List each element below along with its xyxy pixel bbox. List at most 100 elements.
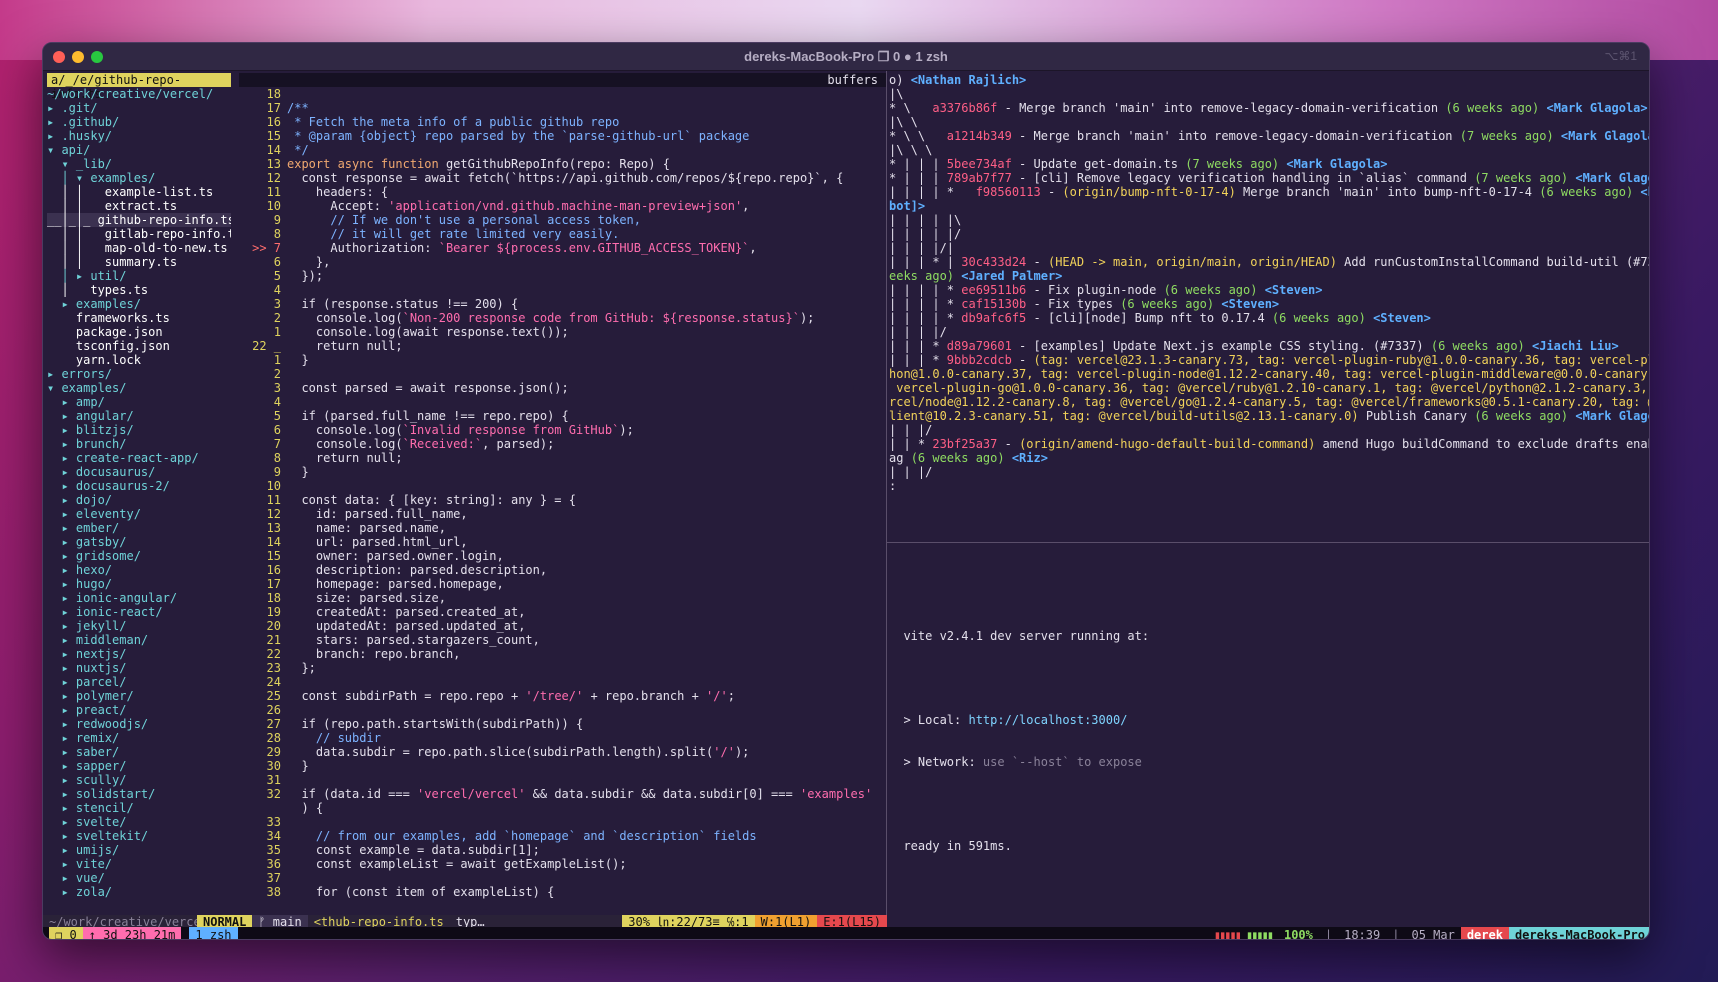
tree-item[interactable]: ▸ ionic-react/ [47, 605, 231, 619]
code-line: } [287, 465, 309, 479]
line-number: 14 [266, 143, 281, 157]
tree-item[interactable]: ▸ dojo/ [47, 493, 231, 507]
line-number: 5 [273, 409, 281, 423]
tree-item[interactable]: ▸ eleventy/ [47, 507, 231, 521]
file-tree[interactable]: ~/work/creative/vercel/▸ .git/▸ .github/… [47, 87, 231, 913]
tree-item[interactable]: │ │ gitlab-repo-info.ts [47, 227, 231, 241]
line-number: 13 [266, 521, 281, 535]
tree-item[interactable]: ▸ sveltekit/ [47, 829, 231, 843]
code-line: const example = data.subdir[1]; [287, 843, 540, 857]
tree-item[interactable]: │ ▾ examples/ [47, 171, 231, 185]
tree-item[interactable]: tsconfig.json [47, 339, 231, 353]
tree-item[interactable]: ▸ sapper/ [47, 759, 231, 773]
tree-item[interactable]: ▸ amp/ [47, 395, 231, 409]
tree-item[interactable]: ▸ vue/ [47, 871, 231, 885]
tree-item[interactable]: ▸ docusaurus-2/ [47, 479, 231, 493]
tree-item[interactable]: ▸ blitzjs/ [47, 423, 231, 437]
tree-item[interactable]: ▸ nextjs/ [47, 647, 231, 661]
line-number: 3 [273, 297, 281, 311]
code-line: Accept: 'application/vnd.github.machine-… [287, 199, 750, 213]
tree-item[interactable]: ▸ redwoodjs/ [47, 717, 231, 731]
tree-item[interactable]: ▸ brunch/ [47, 437, 231, 451]
tree-item[interactable]: ▸ ionic-angular/ [47, 591, 231, 605]
code-line: console.log(`Non-200 response code from … [287, 311, 815, 325]
tree-item[interactable]: ▸ saber/ [47, 745, 231, 759]
code-line: const response = await fetch(`https://ap… [287, 171, 844, 185]
tree-item[interactable]: ▸ hugo/ [47, 577, 231, 591]
tree-item[interactable]: ▸ ember/ [47, 521, 231, 535]
tmux-window-tab[interactable]: 1 zsh [189, 927, 238, 939]
tmux-user: derek [1460, 927, 1509, 939]
tree-item[interactable]: ▸ angular/ [47, 409, 231, 423]
tree-item[interactable]: │ ▸ util/ [47, 269, 231, 283]
vim-tabline [239, 73, 758, 87]
tree-item[interactable]: ▸ zola/ [47, 885, 231, 899]
line-number: 12 [266, 507, 281, 521]
tree-item[interactable]: ▸ preact/ [47, 703, 231, 717]
tree-item[interactable]: ▸ hexo/ [47, 563, 231, 577]
line-number: 31 [266, 773, 281, 787]
code-line: // from our examples, add `homepage` and… [287, 829, 757, 843]
git-log-line: |\ \ \ [889, 143, 933, 157]
vim-tab-current-file[interactable]: a/_/e/github-repo-info.ts [47, 73, 231, 101]
tree-item[interactable]: ▸ solidstart/ [47, 787, 231, 801]
tree-item[interactable]: ▸ create-react-app/ [47, 451, 231, 465]
window-title: dereks-MacBook-Pro ❐ 0 ● 1 zsh [744, 49, 948, 64]
tree-item[interactable]: frameworks.ts [47, 311, 231, 325]
tree-item[interactable]: ▸ errors/ [47, 367, 231, 381]
tree-item[interactable]: ▾ api/ [47, 143, 231, 157]
tree-item[interactable]: ▸ .git/ [47, 101, 231, 115]
tree-item[interactable]: ▾ _lib/ [47, 157, 231, 171]
tmux-session: ❐ 0 [49, 927, 83, 939]
tree-item[interactable]: │ │ map-old-to-new.ts [47, 241, 231, 255]
tree-item[interactable]: ▸ .github/ [47, 115, 231, 129]
tree-item[interactable]: ▸ stencil/ [47, 801, 231, 815]
tree-item[interactable]: yarn.lock [47, 353, 231, 367]
tree-item[interactable]: ~/work/creative/vercel/ [47, 87, 231, 101]
vite-version-line: vite v2.4.1 dev server running at: [889, 629, 1150, 643]
vite-server-pane[interactable]: vite v2.4.1 dev server running at: > Loc… [889, 559, 1649, 889]
tree-item[interactable]: ▸ middleman/ [47, 633, 231, 647]
tree-item[interactable]: ▸ vite/ [47, 857, 231, 871]
tree-item[interactable]: ▸ .husky/ [47, 129, 231, 143]
line-number: 9 [273, 465, 281, 479]
git-log-line: | | | | * caf15130b - Fix types (6 weeks… [889, 297, 1280, 311]
tree-item[interactable]: ▸ gridsome/ [47, 549, 231, 563]
tree-item[interactable]: ▸ polymer/ [47, 689, 231, 703]
tree-item[interactable]: ▸ parcel/ [47, 675, 231, 689]
vite-local-url[interactable]: http://localhost:3000/ [968, 713, 1127, 727]
tree-item[interactable]: │ │ extract.ts [47, 199, 231, 213]
git-log-line: : [889, 479, 897, 493]
tree-item[interactable]: ▸ scully/ [47, 773, 231, 787]
line-number: 38 [266, 885, 281, 899]
vite-network-hint: use `--host` to expose [982, 755, 1142, 769]
code-line: id: parsed.full_name, [287, 507, 468, 521]
tree-item[interactable]: ▸ examples/ [47, 297, 231, 311]
tree-item[interactable]: │ types.ts [47, 283, 231, 297]
tree-item[interactable]: ▸ jekyll/ [47, 619, 231, 633]
tree-item[interactable]: ▸ nuxtjs/ [47, 661, 231, 675]
tree-item[interactable]: ▸ remix/ [47, 731, 231, 745]
tree-item[interactable]: │ │ example-list.ts [47, 185, 231, 199]
vim-buffers-label[interactable]: buffers [758, 73, 886, 87]
code-line: // it will get rate limited very easily. [287, 227, 620, 241]
tree-item[interactable]: │ │ summary.ts [47, 255, 231, 269]
line-number: 18 [266, 591, 281, 605]
tree-item[interactable]: ▾ examples/ [47, 381, 231, 395]
tree-item[interactable]: package.json [47, 325, 231, 339]
code-line: }); [287, 269, 324, 283]
tree-item[interactable]: ▸ docusaurus/ [47, 465, 231, 479]
tree-item[interactable]: ▸ umijs/ [47, 843, 231, 857]
git-log-pane[interactable]: o) <Nathan Rajlich> |\ * \ a3376b86f - Mer… [889, 73, 1649, 541]
tree-item[interactable]: __│_│_ github-repo-info.ts [47, 213, 231, 227]
code-editor[interactable]: /** * Fetch the meta info of a public gi… [287, 87, 885, 913]
tree-item[interactable]: ▸ svelte/ [47, 815, 231, 829]
line-number: 13 [266, 157, 281, 171]
code-line: return null; [287, 339, 403, 353]
tree-item[interactable]: ▸ gatsby/ [47, 535, 231, 549]
line-number: 12 [266, 171, 281, 185]
